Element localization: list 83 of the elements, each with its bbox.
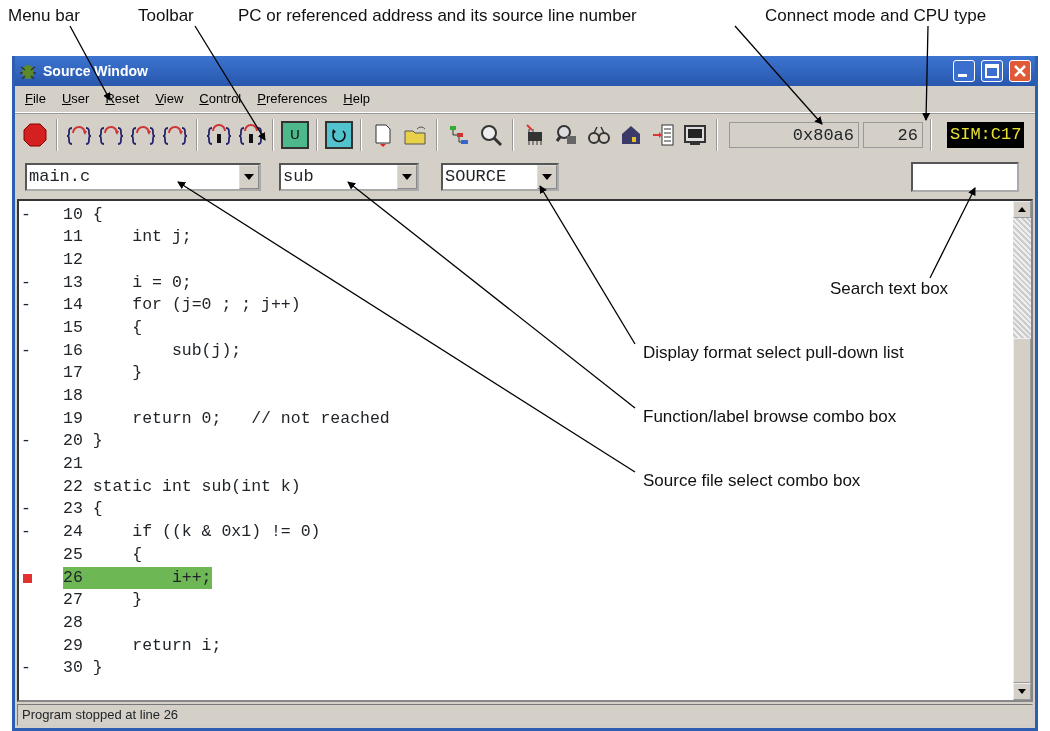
house-icon (619, 123, 643, 147)
source-line-readout: 26 (863, 122, 923, 148)
step-out-icon (131, 123, 155, 147)
code-line: 14 for (j=0 ; ; j++) (63, 294, 301, 317)
dropdown-arrow-icon (402, 173, 412, 180)
code-line: 10 { (63, 203, 103, 226)
u-button[interactable]: U (281, 121, 309, 149)
menu-item[interactable]: View (147, 89, 192, 109)
code-line: 30 } (63, 657, 103, 680)
status-bar: Program stopped at line 26 (17, 704, 1033, 726)
dropdown-arrow-icon (244, 173, 254, 180)
display-format-select[interactable]: SOURCE (441, 162, 559, 191)
search-field[interactable] (911, 161, 1019, 192)
close-button[interactable] (1009, 60, 1031, 82)
line-marker: - (21, 499, 31, 519)
monitor-icon (683, 123, 707, 147)
code-line: 16 sub(j); (63, 339, 242, 362)
code-line: 28 (63, 611, 84, 634)
code-line: 17 } (63, 362, 143, 385)
line-marker: - (21, 431, 31, 451)
code-line: 27 } (63, 589, 143, 612)
step-line-over-icon (239, 123, 263, 147)
scroll-up-button[interactable] (1013, 200, 1031, 218)
window-title: Source Window (43, 61, 148, 81)
line-marker: - (21, 522, 31, 542)
search-chip-icon (555, 123, 579, 147)
code-line: 15 { (63, 316, 143, 339)
line-marker: - (21, 272, 31, 292)
up-arrow-icon (1018, 206, 1026, 212)
menu-item[interactable]: File (17, 89, 54, 109)
indent-icon (651, 123, 675, 147)
scroll-thumb[interactable] (1013, 337, 1031, 683)
stop-icon (23, 123, 47, 147)
callout-label: Display format select pull-down list (643, 343, 904, 364)
line-marker: - (21, 295, 31, 315)
code-line: 21 (63, 453, 84, 476)
dropdown-arrow-icon (542, 173, 552, 180)
callout-label: Menu bar (8, 6, 80, 27)
minimize-button[interactable] (953, 60, 975, 82)
function-combo[interactable]: sub (279, 162, 419, 191)
line-marker: - (21, 658, 31, 678)
reset-button[interactable] (325, 121, 353, 149)
scroll-down-button[interactable] (1013, 683, 1031, 700)
code-line: 22 static int sub(int k) (63, 475, 301, 498)
bug-icon (19, 62, 37, 80)
code-line: 24 if ((k & 0x1) != 0) (63, 521, 321, 544)
vertical-scrollbar[interactable] (1013, 200, 1031, 700)
menu-item[interactable]: Control (191, 89, 250, 109)
step-line-icon (207, 123, 231, 147)
code-line: 11 int j; (63, 226, 192, 249)
circular-arrow-icon (330, 126, 348, 144)
code-line: 20 } (63, 430, 103, 453)
connect-mode-display: SIM:C17 (947, 122, 1025, 148)
step-in-icon (67, 123, 91, 147)
code-line: 29 return i; (63, 634, 222, 657)
menu-item[interactable]: Preferences (249, 89, 336, 109)
minimize-icon (957, 73, 967, 77)
folder-icon (403, 123, 427, 147)
stop-button[interactable] (21, 120, 49, 150)
line-marker: - (21, 204, 31, 224)
code-line: 13 i = 0; (63, 271, 192, 294)
callout-label: Toolbar (138, 6, 194, 27)
code-line: 19 return 0; // not reached (63, 407, 390, 430)
maximize-button[interactable] (981, 60, 1003, 82)
line-marker: - (21, 340, 31, 360)
code-line: 25 { (63, 543, 143, 566)
code-line: 18 (63, 385, 84, 407)
maximize-icon (985, 64, 999, 78)
callout-label: Connect mode and CPU type (765, 6, 987, 27)
breakpoint-marker[interactable] (23, 573, 32, 583)
callout-label: PC or referenced address and its source line number (238, 6, 637, 27)
search-icon (479, 123, 503, 147)
source-file-combo[interactable]: main.c (25, 162, 261, 191)
code-line: 12 (63, 248, 84, 271)
pc-address-readout: 0x80a6 (729, 122, 859, 148)
menu-item[interactable]: Help (335, 89, 379, 109)
step-over-icon (99, 123, 123, 147)
code-line: 23 { (63, 498, 103, 521)
menu-item[interactable]: User (53, 89, 98, 109)
run-to-icon (163, 123, 187, 147)
down-arrow-icon (1018, 689, 1026, 694)
close-icon (1013, 64, 1027, 78)
tree-icon (447, 123, 471, 147)
